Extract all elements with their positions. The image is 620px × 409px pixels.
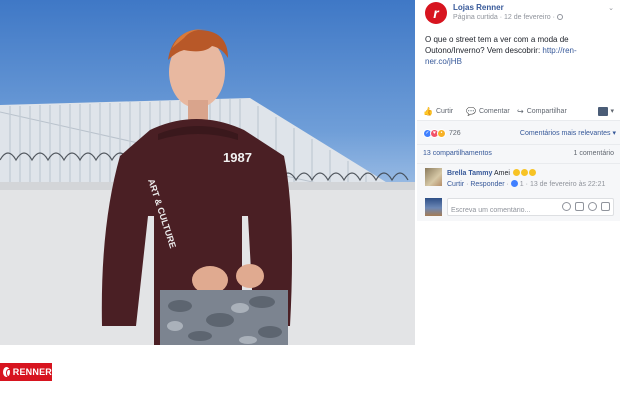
gif-icon[interactable] [601,202,610,211]
sticker-icon[interactable] [588,202,597,211]
post-options-chevron-icon[interactable]: ⌄ [608,4,614,12]
action-bar: 👍 Curtir 💬 Comentar ↪ Compartilhar ▾ [417,103,620,119]
renner-logo-icon [3,367,11,377]
page-name-link[interactable]: Lojas Renner [453,3,504,12]
heart-eyes-emoji-icon [528,169,536,176]
photo-illustration: 1987 ART & CULTURE [0,29,415,345]
post-sidebar: r Lojas Renner Página curtida · 12 de fe… [417,0,620,409]
heart-eyes-emoji-icon [520,169,528,176]
divider [417,144,620,145]
reaction-count: 726 [449,129,461,137]
share-arrow-icon: ↪ [517,106,524,116]
renner-logo-icon: r [433,5,439,21]
heart-eyes-emoji-icon [512,169,520,176]
wow-reaction-icon: • [437,128,446,138]
comment-text: Amei [492,170,510,177]
post-date[interactable]: 12 de fevereiro [504,14,551,21]
shares-count-link[interactable]: 13 compartilhamentos [423,150,492,157]
renner-brand-logo: RENNER [0,363,52,381]
share-button[interactable]: ↪ Compartilhar [517,103,567,119]
reactions-summary[interactable]: ✓ ♥ • 726 [423,127,461,139]
share-label: Compartilhar [526,107,567,115]
commenter-avatar[interactable] [425,168,442,186]
post-text: O que o street tem a ver com a moda de O… [425,34,610,67]
comment-reply-link[interactable]: Responder [470,181,504,188]
like-badge-icon [510,180,518,187]
caret-down-icon: ▾ [610,108,614,115]
comment-like-link[interactable]: Curtir [447,181,464,188]
like-label: Curtir [435,107,454,115]
comment-button[interactable]: 💬 Comentar [466,103,510,119]
comment-input[interactable] [448,202,558,219]
comments-count[interactable]: 1 comentário [574,150,614,157]
divider [417,163,620,164]
comment-like-count[interactable]: 1 [520,181,524,188]
current-user-avatar [425,198,442,216]
viewer-selector[interactable]: ▾ [598,103,614,119]
comment-label: Comentar [478,107,510,115]
brand-logo-text: RENNER [12,367,52,377]
shirt-print: 1987 [223,150,252,165]
emoji-icon[interactable] [562,202,571,211]
write-comment-box[interactable] [447,198,614,219]
photo-footer-area [0,345,415,409]
thumbs-up-icon: 👍 [423,106,433,116]
comment-input-tools [562,202,610,211]
comment-timestamp[interactable]: 13 de fevereiro às 22:21 [530,181,606,188]
page-avatar[interactable]: r [425,2,447,24]
viewer-avatar [598,106,609,116]
comment-meta: Curtir · Responder · 1 · 13 de fevereiro… [447,180,606,188]
post-header: r Lojas Renner Página curtida · 12 de fe… [425,2,620,26]
page-liked-label: Página curtida [453,14,498,21]
speech-bubble-icon: 💬 [466,106,476,116]
comment-body: Brella Tammy Amei [447,169,617,177]
like-button[interactable]: 👍 Curtir [423,103,453,119]
comment-sort-dropdown[interactable]: Comentários mais relevantes ▾ [520,129,616,137]
post-photo[interactable]: 1987 ART & CULTURE [0,0,415,345]
camera-icon[interactable] [575,202,584,211]
comment-author[interactable]: Brella Tammy [447,170,492,177]
post-meta: Página curtida · 12 de fevereiro · [453,14,563,21]
globe-icon [556,14,563,20]
